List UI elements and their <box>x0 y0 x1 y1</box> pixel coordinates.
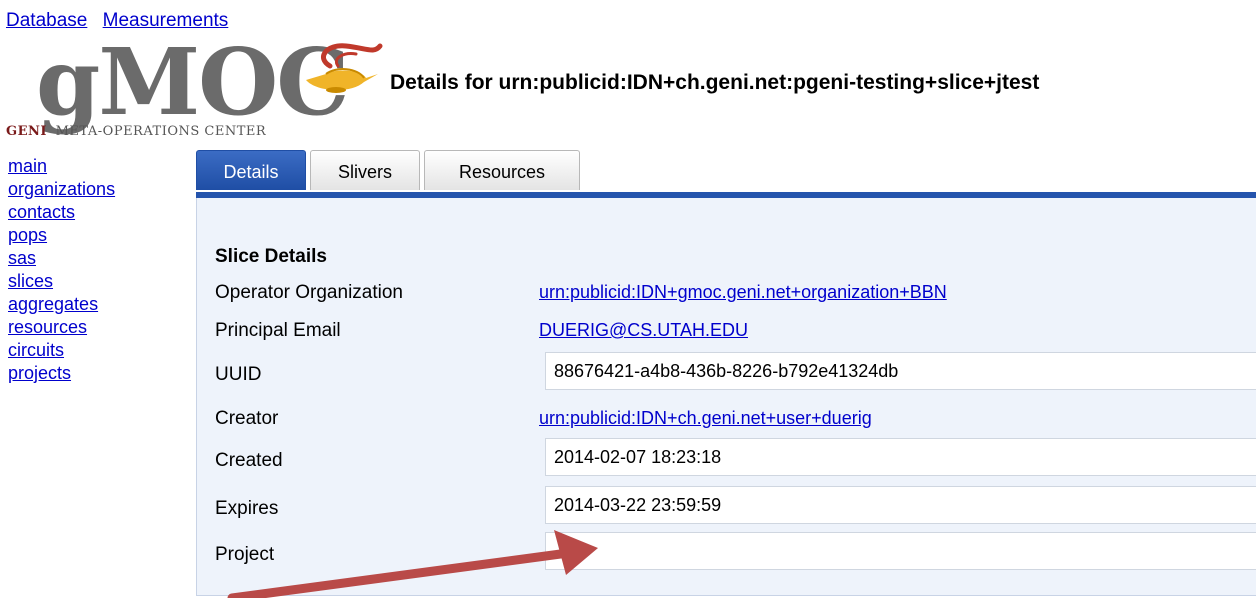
tab-details[interactable]: Details <box>196 150 306 190</box>
created-field[interactable]: 2014-02-07 18:23:18 <box>545 438 1256 476</box>
tab-resources[interactable]: Resources <box>424 150 580 190</box>
sidenav-main[interactable]: main <box>8 155 115 178</box>
creator-link[interactable]: urn:publicid:IDN+ch.geni.net+user+duerig <box>539 408 872 429</box>
genie-lamp-icon <box>306 43 383 93</box>
logo-subtitle: GENI META-OPERATIONS CENTER <box>6 124 266 139</box>
uuid-field[interactable]: 88676421-a4b8-436b-8226-b792e41324db <box>545 352 1256 390</box>
sidenav-resources[interactable]: resources <box>8 316 115 339</box>
project-field[interactable] <box>545 532 1256 570</box>
tab-slivers[interactable]: Slivers <box>310 150 420 190</box>
details-panel: Slice Details Operator Organization urn:… <box>196 198 1256 596</box>
created-label: Created <box>215 450 283 471</box>
logo-subtitle-text: META-OPERATIONS CENTER <box>55 124 267 139</box>
page-title: Details for urn:publicid:IDN+ch.geni.net… <box>390 71 1040 94</box>
sidenav-slices[interactable]: slices <box>8 270 115 293</box>
operator-org-label: Operator Organization <box>215 282 403 303</box>
creator-label: Creator <box>215 408 279 429</box>
principal-email-link[interactable]: DUERIG@CS.UTAH.EDU <box>539 320 748 341</box>
sidenav-circuits[interactable]: circuits <box>8 339 115 362</box>
uuid-label: UUID <box>215 364 262 385</box>
sidenav-sas[interactable]: sas <box>8 247 115 270</box>
sidenav-contacts[interactable]: contacts <box>8 201 115 224</box>
side-nav: main organizations contacts pops sas sli… <box>8 155 115 385</box>
principal-email-label: Principal Email <box>215 320 341 341</box>
sidenav-pops[interactable]: pops <box>8 224 115 247</box>
gmoc-logo: gMOC GENI META-OPERATIONS CENTER <box>6 34 386 145</box>
sidenav-aggregates[interactable]: aggregates <box>8 293 115 316</box>
logo-geni: GENI <box>6 124 47 139</box>
section-title: Slice Details <box>215 246 327 267</box>
project-label: Project <box>215 544 275 565</box>
operator-org-link[interactable]: urn:publicid:IDN+gmoc.geni.net+organizat… <box>539 282 947 303</box>
sidenav-projects[interactable]: projects <box>8 362 115 385</box>
expires-field[interactable]: 2014-03-22 23:59:59 <box>545 486 1256 524</box>
expires-label: Expires <box>215 498 279 519</box>
sidenav-organizations[interactable]: organizations <box>8 178 115 201</box>
